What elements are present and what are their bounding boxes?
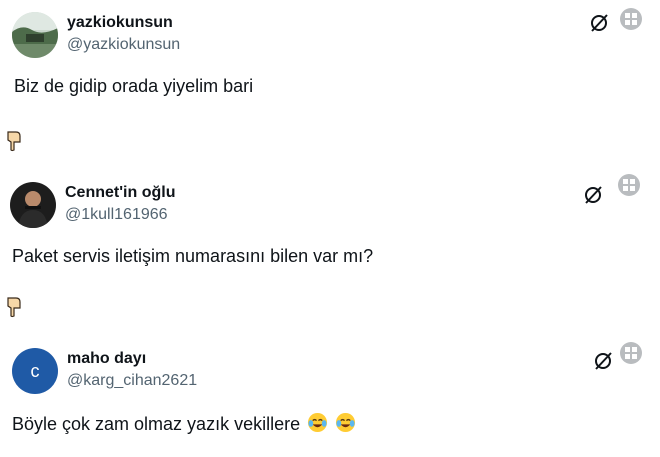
user-handle[interactable]: @1kull161966 (65, 206, 168, 224)
hand-pointing-down-icon (4, 296, 24, 321)
image-grid-icon[interactable] (620, 8, 642, 30)
tweet-text: Paket servis iletişim numarasını bilen v… (12, 246, 374, 266)
grok-icon[interactable] (592, 350, 614, 372)
grok-icon[interactable] (588, 12, 610, 34)
face-with-tears-of-joy-icon (336, 412, 356, 433)
display-name[interactable]: maho dayı (67, 350, 146, 368)
user-handle[interactable]: @yazkiokunsun (67, 36, 180, 54)
image-grid-icon[interactable] (618, 174, 640, 196)
tweet-1[interactable]: yazkiokunsun @yazkiokunsun Biz de gidip … (0, 0, 660, 118)
avatar[interactable] (12, 12, 58, 58)
image-grid-icon[interactable] (620, 342, 642, 364)
tweet-text: Böyle çok zam olmaz yazık vekillere (12, 414, 301, 434)
avatar[interactable]: c (12, 348, 58, 394)
avatar[interactable] (10, 182, 56, 228)
tweet-text: Biz de gidip orada yiyelim bari (14, 76, 254, 96)
hand-pointing-down-icon (4, 130, 24, 155)
face-with-tears-of-joy-icon (308, 412, 328, 433)
grok-icon[interactable] (582, 184, 604, 206)
user-handle[interactable]: @karg_cihan2621 (67, 372, 197, 390)
display-name[interactable]: yazkiokunsun (67, 14, 173, 32)
tweet-text-container: Böyle çok zam olmaz yazık vekillere (12, 412, 356, 435)
display-name[interactable]: Cennet'in oğlu (65, 184, 175, 202)
avatar-letter: c (30, 360, 40, 381)
tweet-3[interactable]: c maho dayı @karg_cihan2621 Böyle çok za… (0, 336, 660, 457)
tweet-2[interactable]: Cennet'in oğlu @1kull161966 Paket servis… (0, 170, 660, 290)
